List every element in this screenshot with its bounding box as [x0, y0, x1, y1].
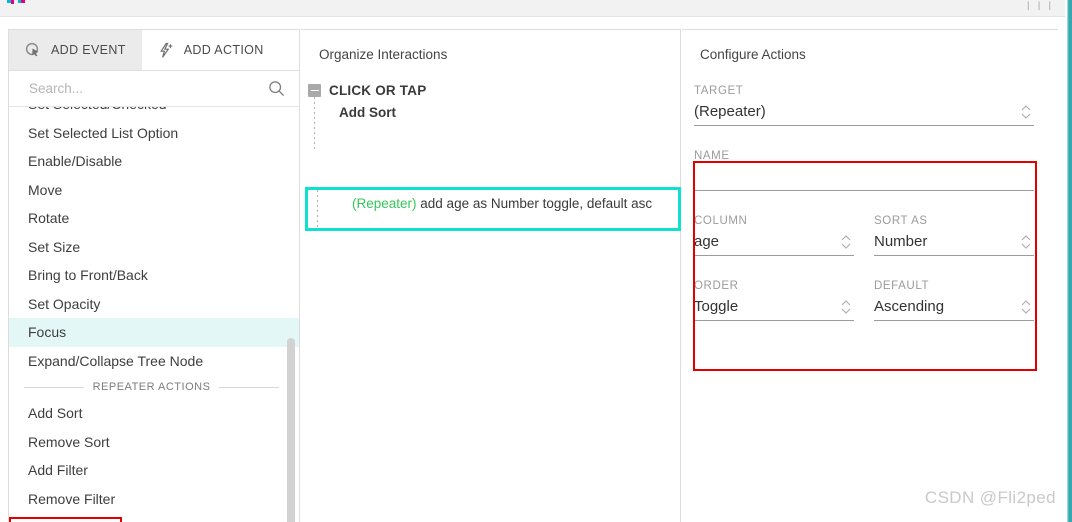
- tab-add-action-label: ADD ACTION: [183, 43, 264, 57]
- app-logo-icon: [7, 0, 25, 4]
- action-list[interactable]: Set Selected/Checked Set Selected List O…: [9, 107, 299, 522]
- field-sort-as-value[interactable]: [874, 230, 1012, 253]
- tree-case-add-sort[interactable]: Add Sort: [301, 101, 680, 125]
- tab-add-action[interactable]: ADD ACTION: [142, 30, 280, 70]
- action-item-expand-collapse-tree-node[interactable]: Expand/Collapse Tree Node: [9, 347, 299, 376]
- collapse-minus-icon[interactable]: [308, 83, 321, 97]
- tree-action-guide-line: [317, 190, 318, 228]
- field-target-label: TARGET: [694, 85, 744, 97]
- action-item-add-sort[interactable]: Add Sort: [9, 399, 299, 428]
- field-target-spinner-icon[interactable]: [1020, 102, 1032, 122]
- action-item-move[interactable]: Move: [9, 176, 299, 205]
- field-column: COLUMN: [694, 215, 854, 256]
- annotation-highlight-add-sort: [9, 517, 122, 522]
- action-list-scrollbar-thumb[interactable]: [287, 338, 295, 522]
- field-sort-as-spinner-icon[interactable]: [1020, 232, 1032, 252]
- field-target: TARGET: [694, 85, 1034, 126]
- action-item-rotate[interactable]: Rotate: [9, 204, 299, 233]
- divider-rule-left: [24, 386, 84, 388]
- field-sort-as-control[interactable]: [874, 230, 1034, 256]
- field-default-control[interactable]: [874, 295, 1034, 321]
- field-name-value[interactable]: [694, 165, 1012, 188]
- field-column-spinner-icon[interactable]: [840, 232, 852, 252]
- annotation-highlight-sort-fields: [693, 161, 1037, 371]
- field-column-label: COLUMN: [694, 215, 748, 227]
- field-default-value[interactable]: [874, 295, 1012, 318]
- interactions-tree: CLICK OR TAP Add Sort (Repeater) add age…: [301, 79, 681, 231]
- search-icon[interactable]: [268, 80, 285, 97]
- action-item-set-selected-checked[interactable]: Set Selected/Checked: [9, 107, 299, 119]
- action-item-add-filter[interactable]: Add Filter: [9, 456, 299, 485]
- lightning-plus-icon: [158, 42, 175, 59]
- action-item-bring-to-front-back[interactable]: Bring to Front/Back: [9, 261, 299, 290]
- add-action-panel: ADD EVENT ADD ACTION Set Sele: [8, 29, 300, 522]
- field-name-label: NAME: [694, 150, 730, 162]
- tree-action-detail[interactable]: (Repeater) add age as Number toggle, def…: [305, 187, 681, 231]
- field-name-control[interactable]: [694, 165, 1034, 191]
- action-item-set-selected-list-option[interactable]: Set Selected List Option: [9, 119, 299, 148]
- field-target-value[interactable]: [694, 100, 1012, 123]
- watermark: CSDN @Fli2ped: [924, 488, 1056, 507]
- field-order-control[interactable]: [694, 295, 854, 321]
- action-description-text: add age as Number toggle, default asc: [416, 196, 653, 211]
- organize-interactions-title: Organize Interactions: [319, 47, 448, 62]
- action-item-enable-disable[interactable]: Enable/Disable: [9, 147, 299, 176]
- action-item-set-opacity[interactable]: Set Opacity: [9, 290, 299, 319]
- configure-actions-panel: Configure Actions TARGET NAME COLUMN: [682, 29, 1058, 522]
- tab-add-event[interactable]: ADD EVENT: [9, 30, 142, 70]
- field-target-control[interactable]: [694, 100, 1034, 126]
- field-default-label: DEFAULT: [874, 280, 930, 292]
- field-sort-as: SORT AS: [874, 215, 1034, 256]
- app-topbar: | | |: [0, 0, 1072, 17]
- field-order-value[interactable]: [694, 295, 832, 318]
- search-input[interactable]: [27, 80, 268, 97]
- topbar-window-marks: | | |: [1026, 0, 1054, 10]
- field-default-spinner-icon[interactable]: [1020, 297, 1032, 317]
- action-item-remove-sort[interactable]: Remove Sort: [9, 428, 299, 457]
- field-sort-as-label: SORT AS: [874, 215, 928, 227]
- field-order-label: ORDER: [694, 280, 739, 292]
- field-default: DEFAULT: [874, 280, 1034, 321]
- divider-rule-right: [219, 386, 280, 388]
- cursor-click-icon: [25, 42, 42, 59]
- tree-event-label: CLICK OR TAP: [329, 82, 427, 98]
- action-item-focus[interactable]: Focus: [9, 318, 299, 347]
- tab-add-event-label: ADD EVENT: [51, 43, 126, 57]
- configure-actions-title: Configure Actions: [700, 47, 806, 62]
- group-divider-label: REPEATER ACTIONS: [92, 381, 211, 393]
- field-order: ORDER: [694, 280, 854, 321]
- field-order-spinner-icon[interactable]: [840, 297, 852, 317]
- field-name: NAME: [694, 150, 1034, 191]
- tree-guide-line: [314, 97, 315, 150]
- organize-interactions-panel: Organize Interactions CLICK OR TAP Add S…: [301, 29, 681, 522]
- repeater-tag-label: (Repeater): [352, 196, 417, 211]
- panel-tabs: ADD EVENT ADD ACTION: [9, 30, 299, 71]
- field-column-control[interactable]: [694, 230, 854, 256]
- group-divider-repeater-actions: REPEATER ACTIONS: [9, 375, 299, 399]
- field-column-value[interactable]: [694, 230, 832, 253]
- action-item-remove-filter[interactable]: Remove Filter: [9, 485, 299, 514]
- action-item-set-size[interactable]: Set Size: [9, 233, 299, 262]
- search-row: [9, 71, 299, 107]
- tree-event-click-or-tap[interactable]: CLICK OR TAP: [301, 79, 680, 101]
